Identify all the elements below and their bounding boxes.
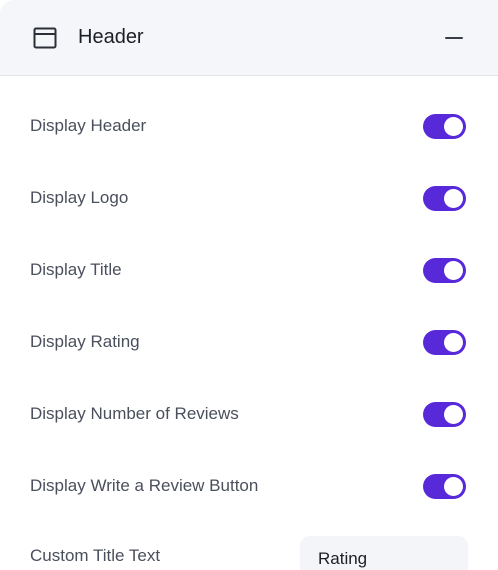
settings-list: Display Header Display Logo Display Titl… [0, 76, 498, 570]
section-title: Header [78, 26, 144, 48]
setting-row-display-write-review-button: Display Write a Review Button [0, 450, 498, 522]
custom-title-input[interactable] [300, 536, 468, 570]
minus-icon [445, 36, 463, 39]
setting-row-display-number-of-reviews: Display Number of Reviews [0, 378, 498, 450]
setting-label: Display Write a Review Button [30, 476, 259, 495]
setting-row-display-title: Display Title [0, 234, 498, 306]
setting-label: Display Header [30, 116, 147, 135]
setting-label: Display Title [30, 260, 122, 279]
display-rating-toggle[interactable] [423, 329, 466, 355]
layout-panel-icon [32, 25, 58, 51]
section-header[interactable]: Header [0, 0, 498, 76]
setting-label: Display Number of Reviews [30, 404, 239, 423]
display-header-toggle[interactable] [423, 113, 466, 139]
display-title-toggle[interactable] [423, 257, 466, 283]
display-write-review-button-toggle[interactable] [423, 473, 466, 499]
setting-label: Display Rating [30, 332, 140, 351]
setting-label: Display Logo [30, 188, 129, 207]
collapse-button[interactable] [440, 24, 468, 52]
setting-row-custom-title-text: Custom Title Text [0, 522, 498, 570]
setting-row-display-rating: Display Rating [0, 306, 498, 378]
setting-row-display-logo: Display Logo [0, 162, 498, 234]
custom-title-label: Custom Title Text [30, 546, 161, 565]
header-settings-panel: Header Display Header Display Logo Displ… [0, 0, 498, 570]
display-number-of-reviews-toggle[interactable] [423, 401, 466, 427]
setting-row-display-header: Display Header [0, 90, 498, 162]
display-logo-toggle[interactable] [423, 185, 466, 211]
